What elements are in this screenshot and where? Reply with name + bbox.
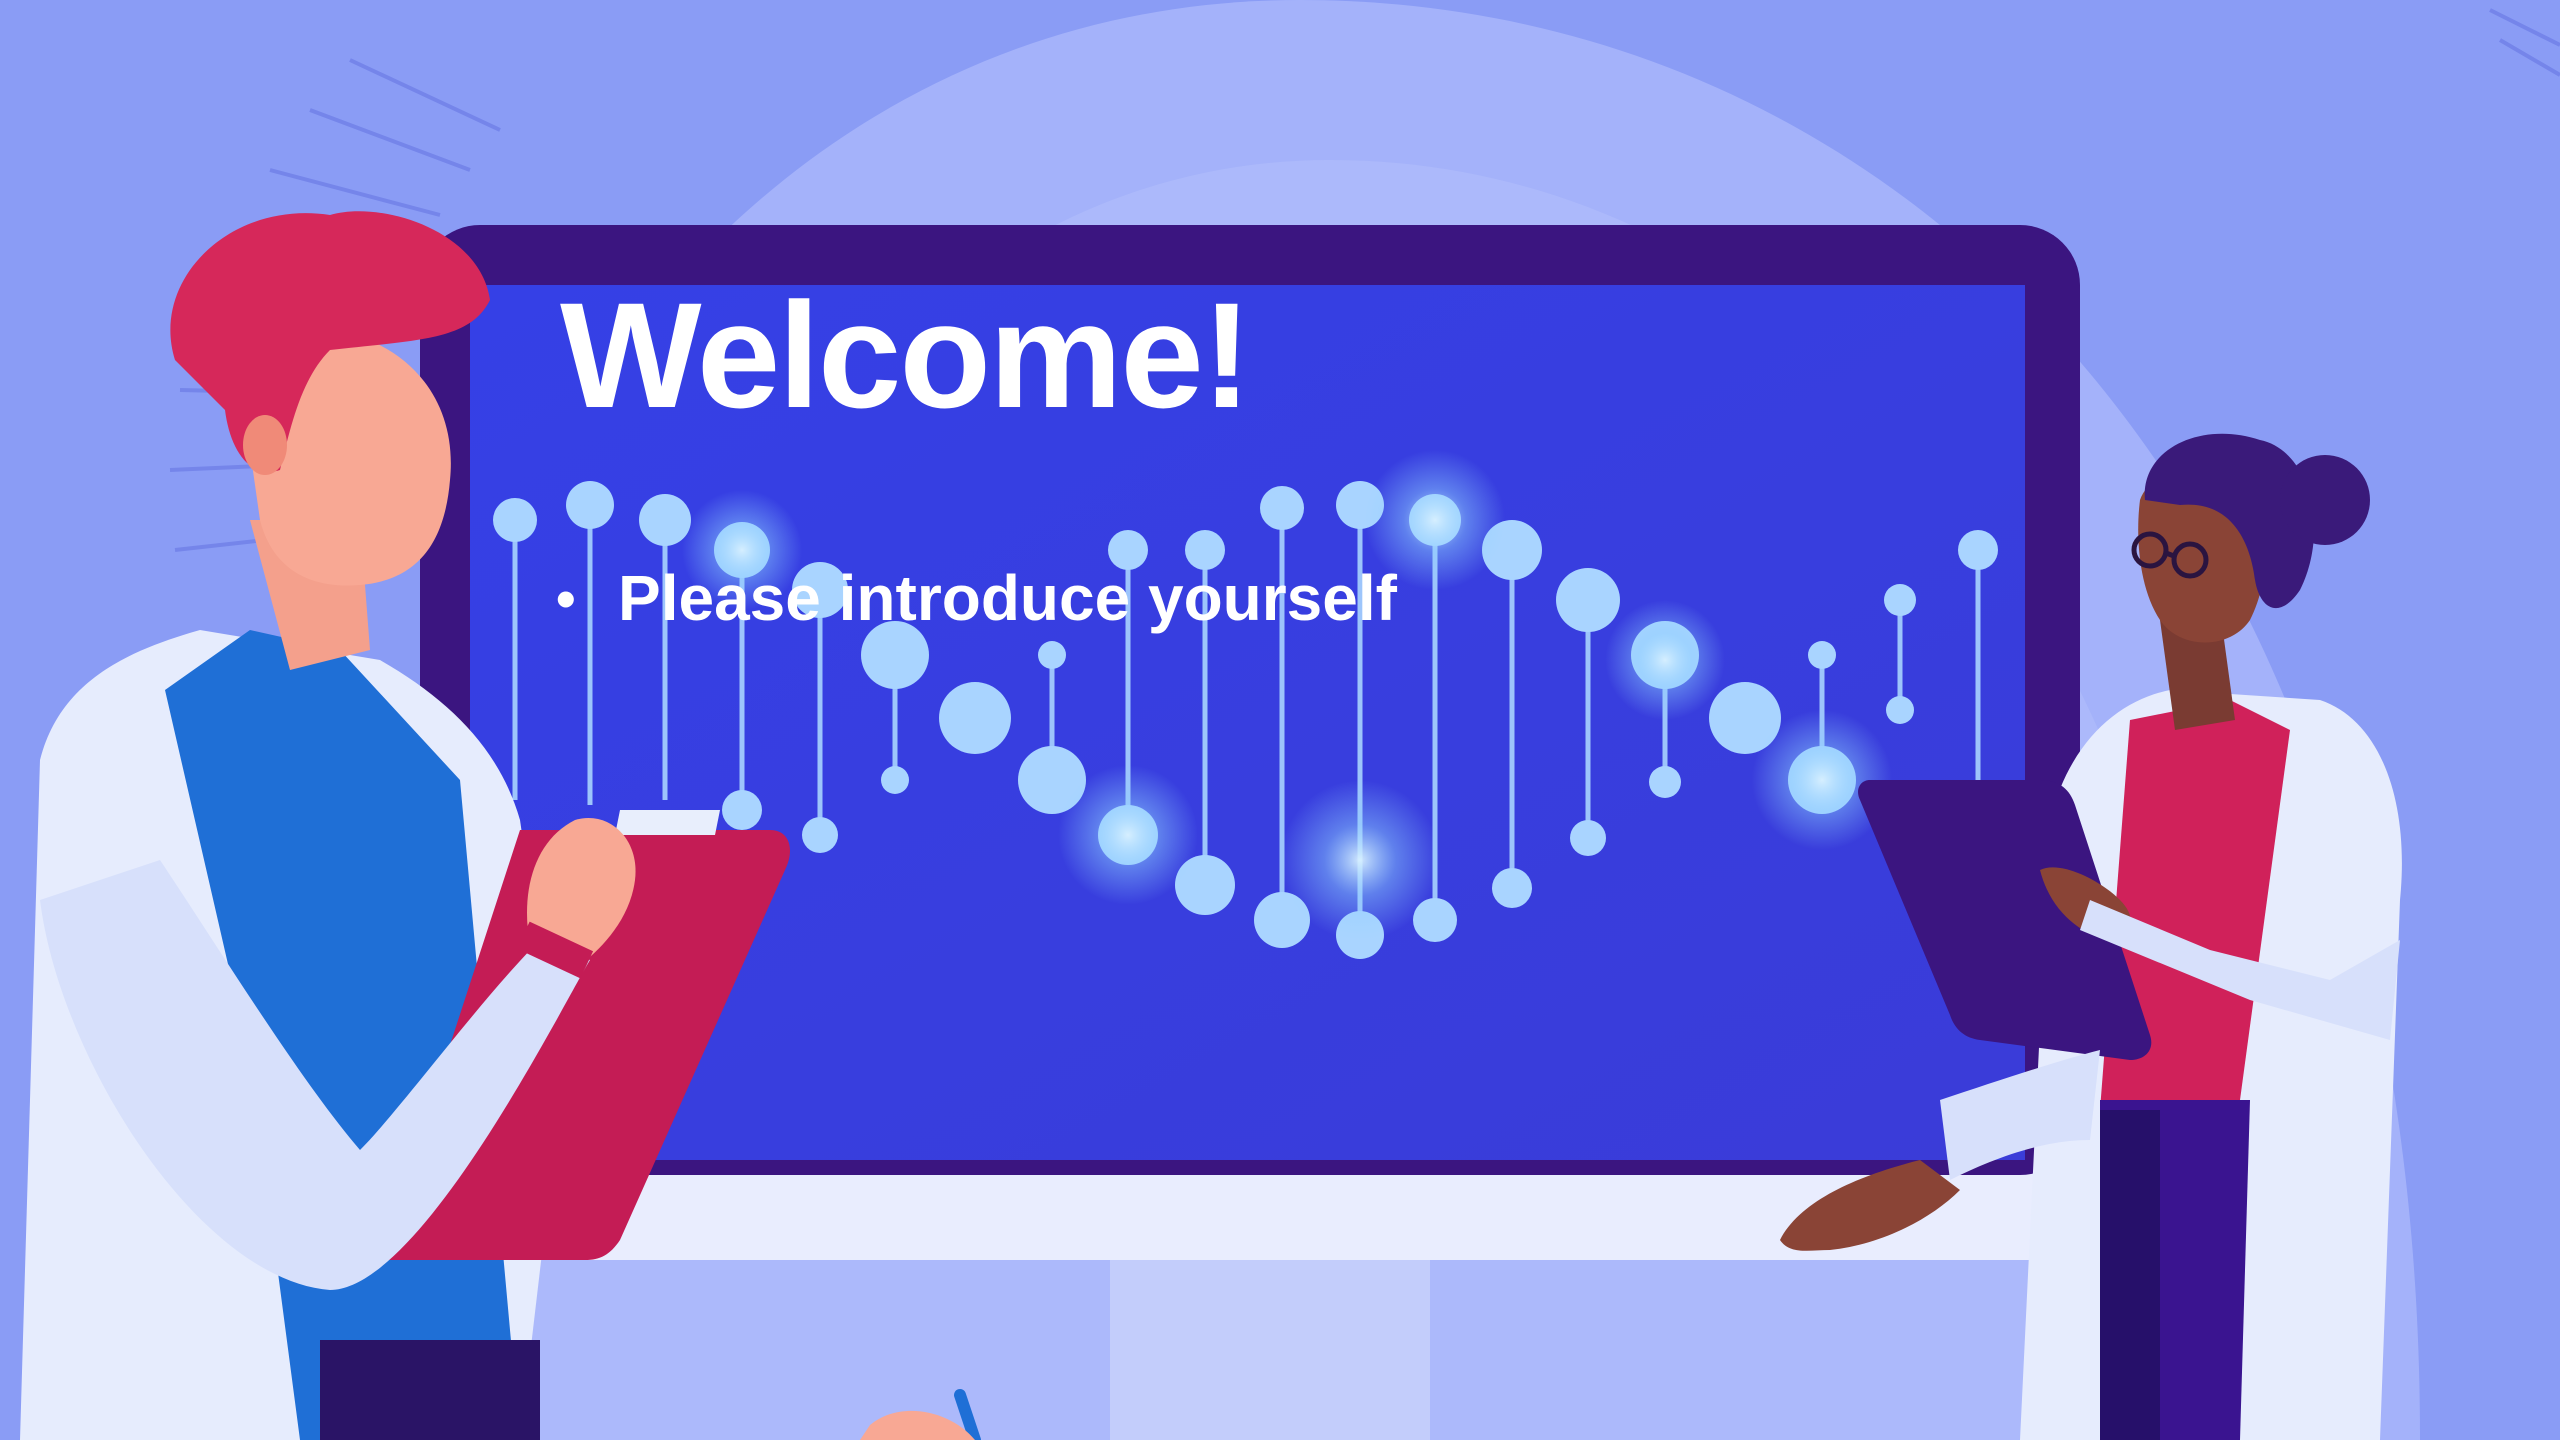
background-illustration bbox=[0, 0, 2560, 1440]
slide-title: Welcome! bbox=[560, 271, 1252, 439]
scientist-left-ear bbox=[243, 415, 287, 475]
bullet-text: Please introduce yourself bbox=[618, 562, 1397, 634]
scientist-right-hair-bun bbox=[2280, 455, 2370, 545]
slide-canvas: Welcome! • Please introduce yourself bbox=[0, 0, 2560, 1440]
scientist-right-pants-dark bbox=[2100, 1110, 2160, 1440]
scientist-left-pants bbox=[320, 1340, 540, 1440]
clipboard-clip bbox=[615, 810, 720, 835]
bullet-item: • Please introduce yourself bbox=[556, 560, 1397, 637]
bullet-symbol: • bbox=[556, 566, 576, 630]
bullet-list: • Please introduce yourself bbox=[556, 560, 1397, 637]
